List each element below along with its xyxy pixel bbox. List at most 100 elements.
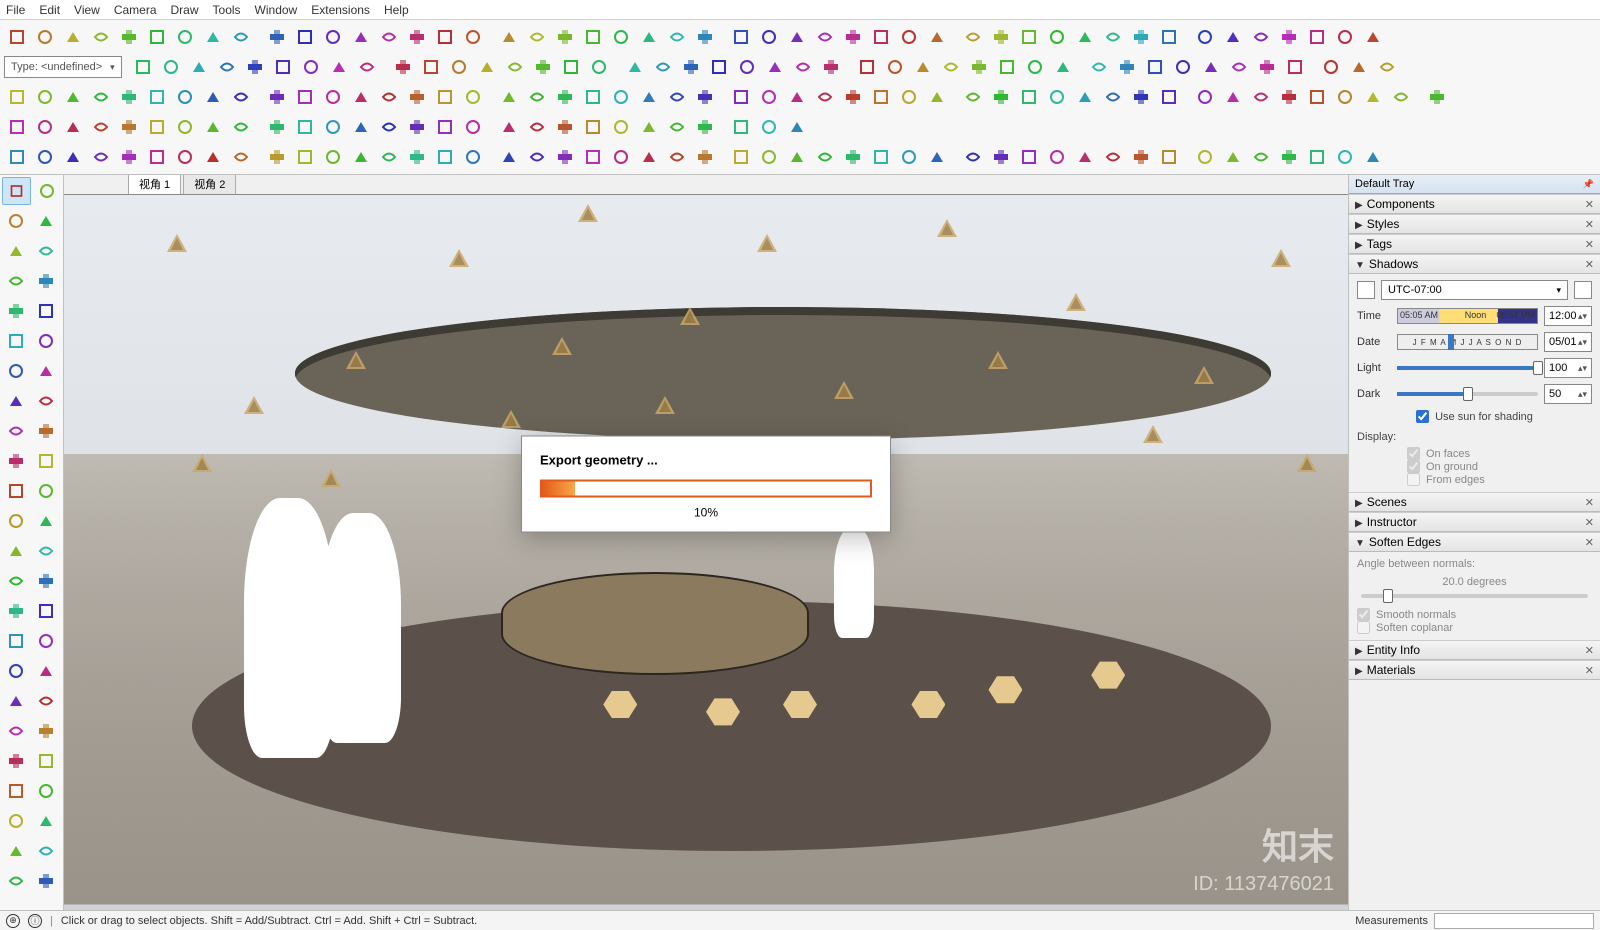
tool-button[interactable] — [32, 567, 60, 595]
toolbar-button[interactable] — [1128, 24, 1154, 50]
close-icon[interactable]: ✕ — [1585, 516, 1594, 529]
timezone-select[interactable]: UTC-07:00▾ — [1381, 280, 1568, 300]
toolbar-button[interactable] — [812, 24, 838, 50]
toolbar-button[interactable] — [622, 54, 648, 80]
toolbar-button[interactable] — [460, 84, 486, 110]
tool-button[interactable] — [2, 807, 30, 835]
toolbar-button[interactable] — [172, 24, 198, 50]
toolbar-button[interactable] — [580, 144, 606, 170]
toolbar-button[interactable] — [158, 54, 184, 80]
toolbar-button[interactable] — [1142, 54, 1168, 80]
toolbar-button[interactable] — [608, 144, 634, 170]
toolbar-button[interactable] — [692, 114, 718, 140]
toolbar-button[interactable] — [664, 144, 690, 170]
toolbar-button[interactable] — [960, 144, 986, 170]
toolbar-button[interactable] — [432, 144, 458, 170]
panel-scenes[interactable]: ▶Scenes✕ — [1349, 492, 1600, 512]
toolbar-button[interactable] — [144, 114, 170, 140]
toolbar-button[interactable] — [854, 54, 880, 80]
toolbar-button[interactable] — [264, 84, 290, 110]
toolbar-button[interactable] — [242, 54, 268, 80]
toolbar-button[interactable] — [1332, 144, 1358, 170]
toolbar-button[interactable] — [728, 84, 754, 110]
toolbar-button[interactable] — [552, 84, 578, 110]
toolbar-button[interactable] — [1050, 54, 1076, 80]
toolbar-button[interactable] — [552, 144, 578, 170]
tool-button[interactable] — [32, 207, 60, 235]
tool-button[interactable] — [32, 657, 60, 685]
toolbar-button[interactable] — [734, 54, 760, 80]
toolbar-button[interactable] — [200, 114, 226, 140]
toolbar-button[interactable] — [320, 144, 346, 170]
toolbar-button[interactable] — [60, 114, 86, 140]
toolbar-button[interactable] — [460, 24, 486, 50]
menu-view[interactable]: View — [74, 3, 100, 17]
close-icon[interactable]: ✕ — [1585, 496, 1594, 509]
toolbar-button[interactable] — [376, 84, 402, 110]
toolbar-button[interactable] — [88, 114, 114, 140]
toolbar-button[interactable] — [1016, 84, 1042, 110]
toolbar-button[interactable] — [1156, 24, 1182, 50]
tool-button[interactable] — [32, 477, 60, 505]
credits-icon[interactable]: ⓘ — [28, 914, 42, 928]
toolbar-button[interactable] — [988, 144, 1014, 170]
toolbar-button[interactable] — [756, 144, 782, 170]
slider-knob[interactable] — [1533, 361, 1543, 375]
toolbar-button[interactable] — [4, 84, 30, 110]
tool-button[interactable] — [2, 567, 30, 595]
on-faces-checkbox[interactable] — [1407, 447, 1420, 460]
toolbar-button[interactable] — [214, 54, 240, 80]
tool-button[interactable] — [32, 357, 60, 385]
toolbar-button[interactable] — [88, 84, 114, 110]
toolbar-button[interactable] — [1220, 144, 1246, 170]
tool-button[interactable] — [32, 447, 60, 475]
toolbar-button[interactable] — [784, 24, 810, 50]
toolbar-button[interactable] — [882, 54, 908, 80]
toolbar-button[interactable] — [348, 144, 374, 170]
dark-slider[interactable] — [1397, 392, 1538, 396]
toolbar-button[interactable] — [446, 54, 472, 80]
toolbar-button[interactable] — [1254, 54, 1280, 80]
toolbar-button[interactable] — [292, 24, 318, 50]
toolbar-button[interactable] — [1128, 84, 1154, 110]
shadow-options-icon[interactable] — [1574, 281, 1592, 299]
sun-shading-checkbox[interactable] — [1416, 410, 1429, 423]
toolbar-button[interactable] — [840, 84, 866, 110]
toolbar-button[interactable] — [1304, 24, 1330, 50]
tool-button[interactable] — [2, 507, 30, 535]
model-viewport[interactable]: 视角 1 视角 2 Export geometry ... 10% 知末 ID:… — [64, 175, 1348, 910]
toolbar-button[interactable] — [1086, 54, 1112, 80]
toolbar-button[interactable] — [868, 84, 894, 110]
from-edges-checkbox[interactable] — [1407, 473, 1420, 486]
toolbar-button[interactable] — [1192, 144, 1218, 170]
toolbar-button[interactable] — [636, 24, 662, 50]
toolbar-button[interactable] — [552, 24, 578, 50]
toolbar-button[interactable] — [1332, 84, 1358, 110]
toolbar-button[interactable] — [376, 114, 402, 140]
menu-camera[interactable]: Camera — [114, 3, 157, 17]
menu-help[interactable]: Help — [384, 3, 409, 17]
toolbar-button[interactable] — [924, 24, 950, 50]
pin-icon[interactable]: 📌 — [1583, 179, 1594, 190]
toolbar-button[interactable] — [1044, 24, 1070, 50]
close-icon[interactable]: ✕ — [1585, 644, 1594, 657]
toolbar-button[interactable] — [524, 114, 550, 140]
panel-instructor[interactable]: ▶Instructor✕ — [1349, 512, 1600, 532]
toolbar-button[interactable] — [692, 144, 718, 170]
tool-button[interactable] — [32, 777, 60, 805]
tool-button[interactable] — [2, 237, 30, 265]
toolbar-button[interactable] — [552, 114, 578, 140]
toolbar-button[interactable] — [228, 24, 254, 50]
toolbar-button[interactable] — [784, 114, 810, 140]
tool-button[interactable] — [32, 267, 60, 295]
toolbar-button[interactable] — [1360, 84, 1386, 110]
toolbar-button[interactable] — [1072, 84, 1098, 110]
toolbar-button[interactable] — [1100, 144, 1126, 170]
tool-button[interactable] — [32, 237, 60, 265]
menu-tools[interactable]: Tools — [213, 3, 241, 17]
toolbar-button[interactable] — [228, 84, 254, 110]
toolbar-button[interactable] — [460, 144, 486, 170]
dark-input[interactable]: 50▴▾ — [1544, 384, 1592, 404]
toolbar-button[interactable] — [1072, 144, 1098, 170]
tool-button[interactable] — [2, 627, 30, 655]
